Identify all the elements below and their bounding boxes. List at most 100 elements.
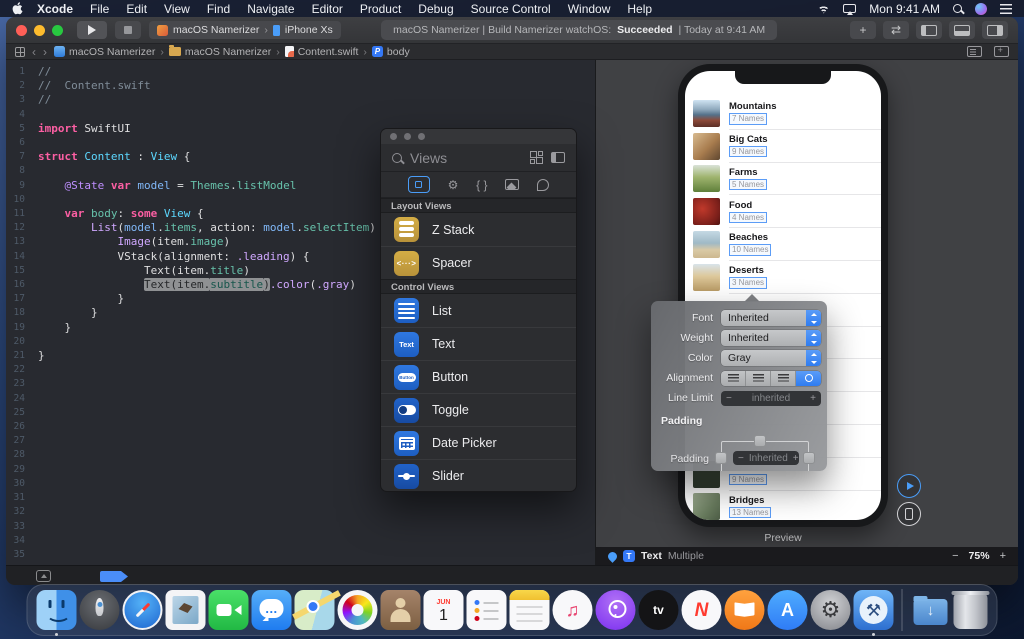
library-item-toggle[interactable]: Toggle <box>381 393 576 426</box>
align-inherited-button[interactable] <box>796 371 821 386</box>
zoom-window-button[interactable] <box>52 25 63 36</box>
modifiers-tab[interactable]: ⚙ <box>448 178 459 192</box>
dock-settings-icon[interactable]: ⚙ <box>811 590 851 630</box>
library-item-list[interactable]: List <box>381 294 576 327</box>
padding-stepper[interactable]: − Inherited + <box>733 451 799 465</box>
align-left-button[interactable] <box>721 371 746 386</box>
menu-find[interactable]: Find <box>207 2 230 16</box>
dock-facetime-icon[interactable] <box>209 590 249 630</box>
dock-finder-icon[interactable] <box>37 590 77 630</box>
dock-tv-icon[interactable]: tv <box>639 590 679 630</box>
menu-navigate[interactable]: Navigate <box>247 2 294 16</box>
menu-bar-clock[interactable]: Mon 9:41 AM <box>869 2 940 16</box>
padding-top-checkbox[interactable] <box>754 435 766 447</box>
go-back-button[interactable]: ‹ <box>32 46 36 58</box>
menu-window[interactable]: Window <box>568 2 611 16</box>
dock-trash-icon[interactable] <box>954 593 988 629</box>
library-item-spacer[interactable]: <···>Spacer <box>381 246 576 279</box>
dock-calendar-icon[interactable]: JUN1 <box>424 590 464 630</box>
dock-messages-icon[interactable]: ... <box>252 590 292 630</box>
zoom-level[interactable]: 75% <box>969 550 990 562</box>
library-title-bar[interactable] <box>381 129 576 144</box>
live-preview-button[interactable] <box>897 474 921 498</box>
airplay-icon[interactable] <box>843 4 856 13</box>
library-item-z-stack[interactable]: Z Stack <box>381 213 576 246</box>
dock-notes-icon[interactable] <box>510 590 550 630</box>
menu-help[interactable]: Help <box>627 2 652 16</box>
row-subtitle-selected[interactable]: 10 Names <box>729 244 771 256</box>
library-item-slider[interactable]: Slider <box>381 459 576 491</box>
swap-editors-button[interactable]: ⇄ <box>883 21 909 39</box>
minimize-window-button[interactable] <box>34 25 45 36</box>
preview-on-device-button[interactable] <box>897 502 921 526</box>
siri-icon[interactable] <box>975 3 987 15</box>
related-items-icon[interactable] <box>15 47 25 57</box>
code-line-2[interactable]: 2// Content.swift <box>6 79 595 93</box>
pin-icon[interactable] <box>606 550 619 563</box>
menu-file[interactable]: File <box>90 2 109 16</box>
scheme-selector[interactable]: macOS Namerizer › iPhone Xs <box>149 21 341 39</box>
wifi-icon[interactable] <box>817 4 830 14</box>
go-forward-button[interactable]: › <box>43 46 47 58</box>
breadcrumb-item[interactable]: Pbody <box>372 46 410 58</box>
align-right-button[interactable] <box>771 371 796 386</box>
menu-source-control[interactable]: Source Control <box>471 2 551 16</box>
menu-edit[interactable]: Edit <box>126 2 147 16</box>
grid-view-icon[interactable] <box>530 151 543 164</box>
menu-product[interactable]: Product <box>360 2 401 16</box>
list-row-mountains[interactable]: Mountains7 Names <box>685 97 881 130</box>
close-window-button[interactable] <box>16 25 27 36</box>
row-subtitle-selected[interactable]: 9 Names <box>729 474 767 486</box>
code-line-4[interactable]: 4 <box>6 108 595 122</box>
list-row-bridges[interactable]: Bridges13 Names <box>685 491 881 520</box>
apple-menu-icon[interactable] <box>12 2 23 15</box>
editor-options-icon[interactable] <box>967 46 982 57</box>
activity-viewer[interactable]: macOS Namerizer | Build Namerizer watchO… <box>381 20 777 40</box>
line-limit-stepper[interactable]: − inherited + <box>721 391 821 406</box>
code-line-3[interactable]: 3// <box>6 93 595 107</box>
spotlight-search-icon[interactable] <box>953 4 962 13</box>
detail-view-icon[interactable] <box>551 152 565 163</box>
auto-layout-icon[interactable] <box>36 570 51 582</box>
list-row-deserts[interactable]: Deserts3 Names <box>685 261 881 294</box>
row-subtitle-selected[interactable]: 3 Names <box>729 277 767 289</box>
code-line-34[interactable]: 34 <box>6 534 595 548</box>
menu-editor[interactable]: Editor <box>312 2 343 16</box>
breakpoint-icon[interactable] <box>100 571 128 582</box>
menu-debug[interactable]: Debug <box>418 2 453 16</box>
row-subtitle-selected[interactable]: 7 Names <box>729 113 767 125</box>
row-subtitle-selected[interactable]: 4 Names <box>729 212 767 224</box>
add-editor-icon[interactable] <box>994 46 1009 57</box>
toggle-inspectors-button[interactable] <box>982 21 1008 39</box>
font-dropdown[interactable]: Inherited <box>721 310 821 326</box>
list-row-food[interactable]: Food4 Names <box>685 195 881 228</box>
stop-button[interactable] <box>115 21 141 39</box>
code-line-33[interactable]: 33 <box>6 520 595 534</box>
padding-left-checkbox[interactable] <box>715 452 727 464</box>
dock-photos-icon[interactable] <box>338 590 378 630</box>
library-button[interactable]: + <box>850 21 876 39</box>
dock-podcasts-icon[interactable] <box>596 590 636 630</box>
library-search-field[interactable]: Views <box>381 144 576 172</box>
toggle-navigator-button[interactable] <box>916 21 942 39</box>
weight-dropdown[interactable]: Inherited <box>721 330 821 346</box>
colors-tab[interactable] <box>537 179 549 191</box>
code-line-31[interactable]: 31 <box>6 491 595 505</box>
dock-books-icon[interactable] <box>725 590 765 630</box>
row-subtitle-selected[interactable]: 13 Names <box>729 507 771 519</box>
run-button[interactable] <box>77 21 107 39</box>
zoom-out-button[interactable]: − <box>952 550 958 562</box>
dock-reminders-icon[interactable] <box>467 590 507 630</box>
snippets-tab[interactable]: { } <box>476 178 487 192</box>
breadcrumb-item[interactable]: macOS Namerizer <box>169 46 271 58</box>
menu-view[interactable]: View <box>164 2 190 16</box>
toggle-debug-area-button[interactable] <box>949 21 975 39</box>
dock-contacts-icon[interactable] <box>381 590 421 630</box>
breadcrumb-item[interactable]: macOS Namerizer <box>54 46 155 58</box>
media-tab[interactable] <box>505 179 519 190</box>
library-item-text[interactable]: TextText <box>381 327 576 360</box>
dock-news-icon[interactable]: N <box>682 590 722 630</box>
breadcrumb-item[interactable]: Content.swift <box>285 46 359 58</box>
color-dropdown[interactable]: Gray <box>721 350 821 366</box>
list-row-farms[interactable]: Farms5 Names <box>685 163 881 196</box>
